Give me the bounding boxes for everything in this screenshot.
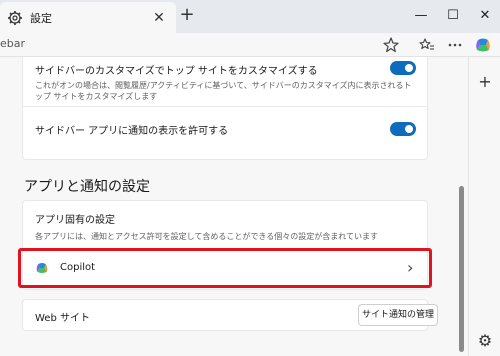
close-window-button[interactable]: ✕ — [475, 6, 495, 26]
settings-icon[interactable]: ⚙ — [477, 333, 493, 349]
add-icon[interactable]: + — [477, 74, 493, 90]
star-icon[interactable] — [382, 36, 400, 54]
copilot-icon[interactable] — [474, 36, 492, 54]
minimize-button[interactable]: — — [411, 6, 431, 26]
sidebar-customize-toggle[interactable] — [390, 61, 416, 75]
web-sites-card: Web サイト サイト通知の管理 — [22, 299, 438, 331]
sidebar-notifications-toggle[interactable] — [390, 122, 416, 136]
tab-strip: 設定 ✕ + — ☐ ✕ — [0, 0, 500, 33]
sidebar-notifications-title: サイドバー アプリに通知の表示を許可する — [35, 126, 229, 137]
more-icon[interactable] — [446, 36, 464, 54]
divider — [23, 106, 427, 107]
settings-content: サイドバーのカスタマイズでトップ サイトをカスタマイズする これがオンの場合は、… — [0, 57, 468, 356]
sidebar-settings-card: サイドバーのカスタマイズでトップ サイトをカスタマイズする これがオンの場合は、… — [22, 57, 428, 160]
app-specific-title: アプリ固有の設定 — [35, 215, 115, 226]
sidebar-customize-description: これがオンの場合は、閲覧履歴/アクティビティに基づいて、サイドバーのカスタマイズ… — [35, 81, 412, 101]
tab-title: 設定 — [30, 12, 52, 25]
manage-site-notifications-button[interactable]: サイト通知の管理 — [358, 304, 438, 326]
gear-icon — [8, 11, 22, 25]
app-specific-description: 各アプリには、通知とアクセス許可を設定して含めることができる個々の設定が含まれて… — [35, 232, 378, 241]
favorites-icon[interactable] — [418, 36, 436, 54]
right-sidebar: + ⚙ — [468, 57, 500, 356]
new-tab-button[interactable]: + — [178, 6, 196, 25]
section-title: アプリと通知の設定 — [24, 179, 150, 195]
scrollbar-thumb[interactable] — [459, 186, 464, 352]
tab-settings[interactable]: 設定 ✕ — [0, 2, 176, 33]
close-tab-icon[interactable]: ✕ — [151, 10, 167, 26]
address-bar-row: ebar — [0, 33, 500, 57]
web-sites-label: Web サイト — [35, 313, 90, 324]
copilot-highlight — [18, 248, 432, 288]
maximize-button[interactable]: ☐ — [443, 6, 463, 26]
address-field[interactable]: ebar — [0, 37, 25, 50]
sidebar-customize-title: サイドバーのカスタマイズでトップ サイトをカスタマイズする — [35, 66, 318, 77]
